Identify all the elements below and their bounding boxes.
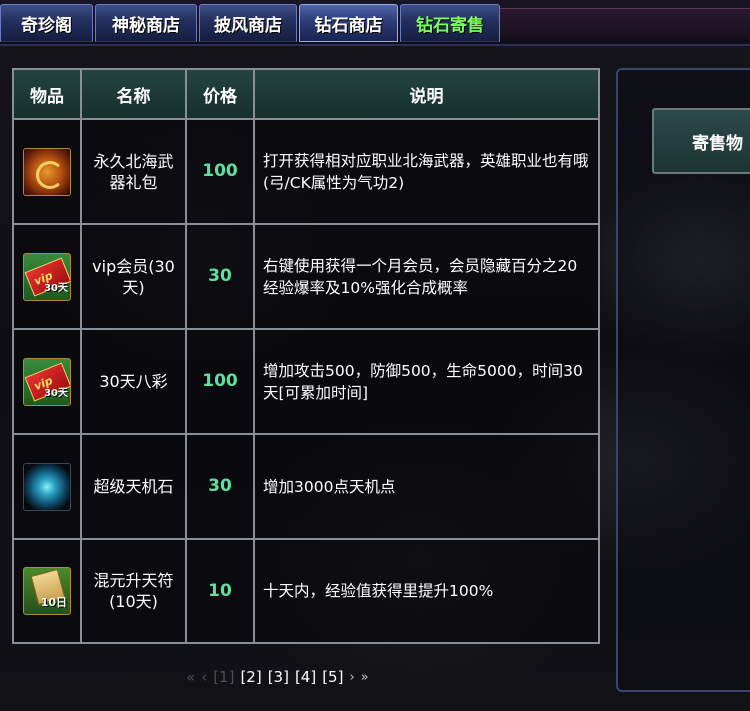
first-page-button: « xyxy=(186,668,196,686)
table-row-2-icon-cell[interactable]: vip 30天 xyxy=(14,225,82,330)
item-description: 增加攻击500，防御500，生命5000，时间30天[可累加时间] xyxy=(255,330,598,435)
tab-cloak-shop[interactable]: 披风商店 xyxy=(199,4,297,42)
item-description: 增加3000点天机点 xyxy=(255,435,598,540)
vip-ticket-icon[interactable]: vip 30天 xyxy=(23,357,71,406)
item-description: 打开获得相对应职业北海武器，英雄职业也有哦(弓/CK属性为气功2) xyxy=(255,120,598,225)
glowing-orb-icon[interactable] xyxy=(23,462,71,511)
item-description: 十天内，经验值获得里提升100% xyxy=(255,540,598,642)
item-price: 100 xyxy=(187,120,255,225)
prev-page-button: ‹ xyxy=(201,668,208,686)
item-price: 30 xyxy=(187,225,255,330)
page-3-link[interactable]: [3] xyxy=(268,668,289,686)
table-row-1-icon-cell[interactable] xyxy=(14,120,82,225)
pagination: « ‹ [1] [2] [3] [4] [5] › » xyxy=(186,666,369,688)
page-4-link[interactable]: [4] xyxy=(295,668,316,686)
next-page-button[interactable]: › xyxy=(349,670,354,685)
page-1-current: [1] xyxy=(213,668,235,686)
page-5-link[interactable]: [5] xyxy=(322,668,343,686)
table-row-4-icon-cell[interactable] xyxy=(14,435,82,540)
header-price: 价格 xyxy=(187,70,255,120)
vip-ticket-icon[interactable]: vip 30天 xyxy=(23,252,71,301)
tab-diamond-shop[interactable]: 钻石商店 xyxy=(299,4,398,42)
last-page-button[interactable]: » xyxy=(361,670,369,685)
page-2-link[interactable]: [2] xyxy=(240,668,261,686)
tab-diamond-consignment[interactable]: 钻石寄售 xyxy=(400,4,500,42)
item-price: 30 xyxy=(187,435,255,540)
header-item: 物品 xyxy=(14,70,82,120)
item-price: 10 xyxy=(187,540,255,642)
item-price: 100 xyxy=(187,330,255,435)
table-row-3-icon-cell[interactable]: vip 30天 xyxy=(14,330,82,435)
item-name: vip会员(30天) xyxy=(82,225,187,330)
tab-bar-tail xyxy=(500,8,750,38)
header-description: 说明 xyxy=(255,70,598,120)
item-name: 超级天机石 xyxy=(82,435,187,540)
item-name: 30天八彩 xyxy=(82,330,187,435)
diamond-shop-table: 物品 名称 价格 说明 永久北海武器礼包 100 打开获得相对应职业北海武器，英… xyxy=(12,68,600,644)
header-name: 名称 xyxy=(82,70,187,120)
tab-rare-pavilion[interactable]: 奇珍阁 xyxy=(0,4,93,42)
talisman-scroll-icon[interactable]: 10日 xyxy=(23,567,71,615)
item-name: 永久北海武器礼包 xyxy=(82,120,187,225)
item-name: 混元升天符(10天) xyxy=(82,540,187,642)
golden-dragon-emblem-icon[interactable] xyxy=(23,147,71,196)
table-row-5-icon-cell[interactable]: 10日 xyxy=(14,540,82,642)
item-description: 右键使用获得一个月会员，会员隐藏百分之20经验爆率及10%强化合成概率 xyxy=(255,225,598,330)
consign-item-button[interactable]: 寄售物 xyxy=(652,108,750,174)
tab-mystery-shop[interactable]: 神秘商店 xyxy=(95,4,197,42)
